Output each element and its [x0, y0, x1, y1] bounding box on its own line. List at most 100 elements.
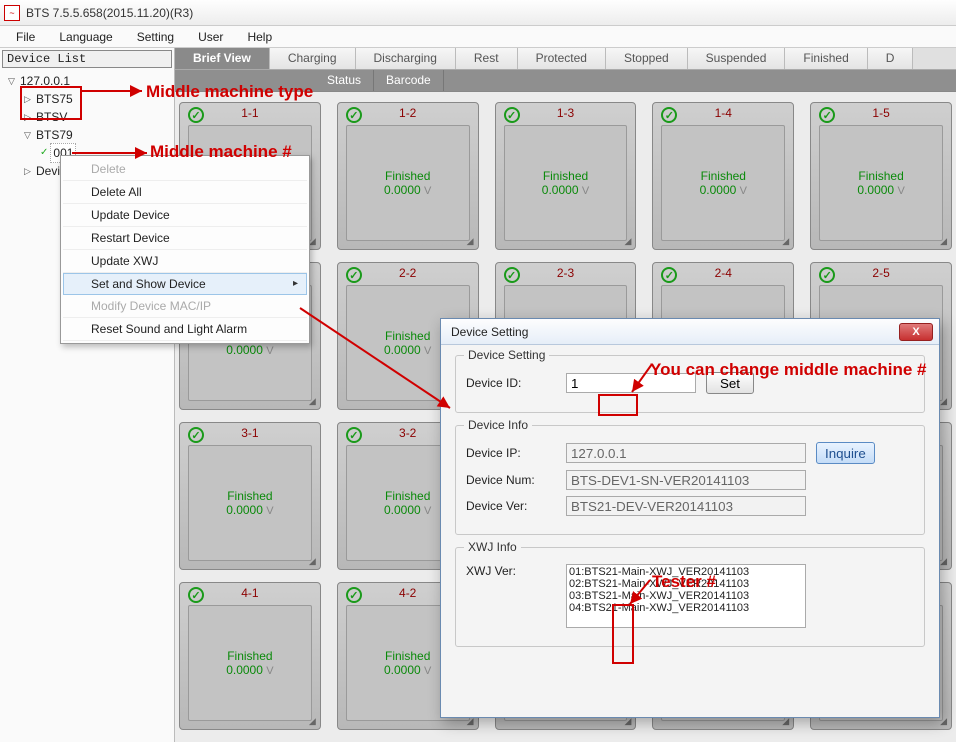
channel-inner: Finished0.0000 V: [661, 125, 785, 241]
channel-cell[interactable]: 1-5✓Finished0.0000 V◢: [810, 102, 952, 250]
channel-cell[interactable]: 1-4✓Finished0.0000 V◢: [652, 102, 794, 250]
tree-bts75[interactable]: BTS75: [8, 90, 170, 108]
channel-value: 0.0000 V: [226, 663, 273, 677]
dialog-close-button[interactable]: X: [899, 323, 933, 341]
check-icon: ✓: [346, 107, 362, 123]
channel-status: Finished: [543, 169, 588, 183]
window-title: BTS 7.5.5.658(2015.11.20)(R3): [26, 6, 193, 20]
channel-value: 0.0000 V: [226, 343, 273, 357]
expand-icon[interactable]: [24, 108, 34, 126]
group-device-info: Device Info Device IP: Inquire Device Nu…: [455, 425, 925, 535]
tree-bts79[interactable]: BTS79: [8, 126, 170, 144]
tree-btsv[interactable]: BTSV: [8, 108, 170, 126]
channel-status: Finished: [385, 169, 430, 183]
device-ip-field: [566, 443, 806, 463]
menu-file[interactable]: File: [6, 28, 45, 46]
expand-icon[interactable]: [24, 90, 34, 108]
channel-status: Finished: [385, 489, 430, 503]
device-id-label: Device ID:: [466, 376, 556, 390]
menu-user[interactable]: User: [188, 28, 233, 46]
device-id-input[interactable]: [566, 373, 696, 393]
dialog-titlebar[interactable]: Device Setting X: [441, 319, 939, 345]
check-icon: ✓: [661, 267, 677, 283]
check-icon: ✓: [40, 144, 48, 162]
xwj-ver-label: XWJ Ver:: [466, 564, 556, 578]
ctx-reset-alarm[interactable]: Reset Sound and Light Alarm: [63, 318, 307, 341]
channel-status: Finished: [858, 169, 903, 183]
channel-cell[interactable]: 3-1✓Finished0.0000 V◢: [179, 422, 321, 570]
ctx-modify-mac-ip[interactable]: Modify Device MAC/IP: [63, 295, 307, 318]
tree-root-label: 127.0.0.1: [20, 72, 70, 90]
device-ver-label: Device Ver:: [466, 499, 556, 513]
resize-grip-icon: ◢: [309, 396, 316, 407]
device-list-panel: Device List 127.0.0.1 BTS75 BTSV BTS79 ✓…: [0, 48, 175, 742]
sub-tabs: Status Barcode: [175, 70, 956, 92]
list-item[interactable]: 04:BTS21-Main-XWJ_VER20141103: [569, 602, 803, 614]
menu-language[interactable]: Language: [49, 28, 122, 46]
channel-status: Finished: [227, 649, 272, 663]
check-icon: ✓: [346, 587, 362, 603]
ctx-delete-all[interactable]: Delete All: [63, 181, 307, 204]
inquire-button[interactable]: Inquire: [816, 442, 875, 464]
check-icon: ✓: [819, 267, 835, 283]
set-button[interactable]: Set: [706, 372, 754, 394]
subtab-status[interactable]: Status: [315, 70, 374, 91]
xwj-ver-list[interactable]: 01:BTS21-Main-XWJ_VER2014110302:BTS21-Ma…: [566, 564, 806, 628]
resize-grip-icon: ◢: [309, 556, 316, 567]
group-title: Device Info: [464, 418, 532, 432]
ctx-delete[interactable]: Delete: [63, 158, 307, 181]
resize-grip-icon: ◢: [940, 236, 947, 247]
device-setting-dialog: Device Setting X Device Setting Device I…: [440, 318, 940, 718]
menubar: File Language Setting User Help: [0, 26, 956, 48]
tab-protected[interactable]: Protected: [518, 48, 606, 69]
resize-grip-icon: ◢: [309, 716, 316, 727]
subtab-barcode[interactable]: Barcode: [374, 70, 444, 91]
tree-label: Devi: [36, 162, 60, 180]
tab-stopped[interactable]: Stopped: [606, 48, 688, 69]
channel-value: 0.0000 V: [226, 503, 273, 517]
device-ip-label: Device IP:: [466, 446, 556, 460]
check-icon: ✓: [346, 427, 362, 443]
resize-grip-icon: ◢: [467, 236, 474, 247]
menu-setting[interactable]: Setting: [127, 28, 184, 46]
resize-grip-icon: ◢: [940, 716, 947, 727]
check-icon: ✓: [504, 267, 520, 283]
channel-cell[interactable]: 1-2✓Finished0.0000 V◢: [337, 102, 479, 250]
device-num-field: [566, 470, 806, 490]
tab-charging[interactable]: Charging: [270, 48, 356, 69]
tree-root[interactable]: 127.0.0.1: [8, 72, 170, 90]
group-xwj-info: XWJ Info XWJ Ver: 01:BTS21-Main-XWJ_VER2…: [455, 547, 925, 647]
tab-d[interactable]: D: [868, 48, 914, 69]
tab-rest[interactable]: Rest: [456, 48, 518, 69]
app-icon: ~: [4, 5, 20, 21]
channel-value: 0.0000 V: [384, 343, 431, 357]
menu-help[interactable]: Help: [237, 28, 282, 46]
channel-value: 0.0000 V: [700, 183, 747, 197]
view-tabs: Brief View Charging Discharging Rest Pro…: [175, 48, 956, 70]
group-title: XWJ Info: [464, 540, 521, 554]
channel-status: Finished: [385, 329, 430, 343]
channel-cell[interactable]: 1-3✓Finished0.0000 V◢: [495, 102, 637, 250]
expand-icon[interactable]: [24, 126, 34, 144]
expand-icon[interactable]: [24, 162, 34, 180]
tab-discharging[interactable]: Discharging: [356, 48, 456, 69]
check-icon: ✓: [346, 267, 362, 283]
channel-value: 0.0000 V: [857, 183, 904, 197]
list-item[interactable]: 01:BTS21-Main-XWJ_VER20141103: [569, 566, 803, 578]
expand-icon[interactable]: [8, 72, 18, 90]
ctx-restart-device[interactable]: Restart Device: [63, 227, 307, 250]
resize-grip-icon: ◢: [624, 236, 631, 247]
channel-value: 0.0000 V: [542, 183, 589, 197]
tab-suspended[interactable]: Suspended: [688, 48, 786, 69]
tab-finished[interactable]: Finished: [785, 48, 867, 69]
list-item[interactable]: 02:BTS21-Main-XWJ_VER20141103: [569, 578, 803, 590]
ctx-update-xwj[interactable]: Update XWJ: [63, 250, 307, 273]
device-list-title: Device List: [2, 50, 172, 68]
list-item[interactable]: 03:BTS21-Main-XWJ_VER20141103: [569, 590, 803, 602]
ctx-set-show-device[interactable]: Set and Show Device: [63, 273, 307, 295]
channel-inner: Finished0.0000 V: [188, 445, 312, 561]
ctx-update-device[interactable]: Update Device: [63, 204, 307, 227]
resize-grip-icon: ◢: [940, 556, 947, 567]
channel-cell[interactable]: 4-1✓Finished0.0000 V◢: [179, 582, 321, 730]
tab-brief-view[interactable]: Brief View: [175, 48, 270, 69]
